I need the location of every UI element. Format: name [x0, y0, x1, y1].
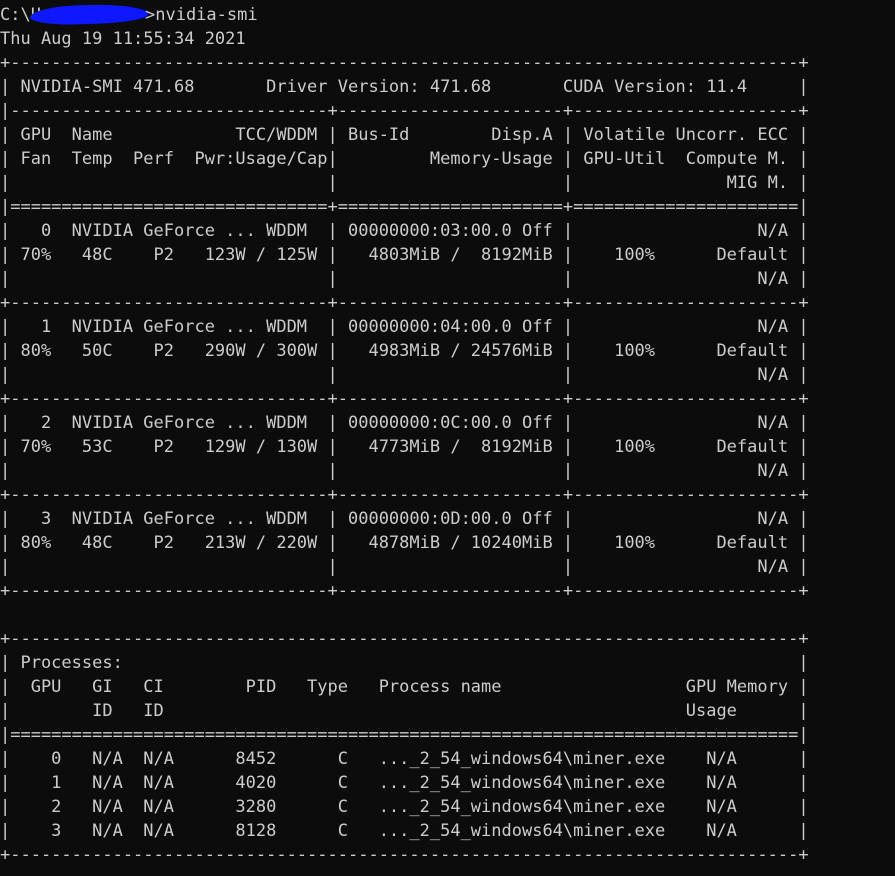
- gpu-row-separator: +-------------------------------+-------…: [0, 389, 809, 409]
- gpu-header-row-3: | | | MIG M. |: [0, 173, 809, 193]
- process-header-separator: |=======================================…: [0, 725, 809, 745]
- gpu-0-row-1: | 0 NVIDIA GeForce ... WDDM | 00000000:0…: [0, 221, 809, 241]
- process-table-border-bottom: +---------------------------------------…: [0, 845, 809, 865]
- gpu-2-row-2: | 70% 53C P2 129W / 130W | 4773MiB / 819…: [0, 437, 809, 457]
- gpu-header-separator: |===============================+=======…: [0, 197, 809, 217]
- gpu-row-separator: +-------------------------------+-------…: [0, 293, 809, 313]
- processes-title: | Processes: |: [0, 653, 809, 673]
- gpu-row-separator: +-------------------------------+-------…: [0, 485, 809, 505]
- gpu-0-row-3: | | | N/A |: [0, 269, 809, 289]
- gpu-2-row-1: | 2 NVIDIA GeForce ... WDDM | 00000000:0…: [0, 413, 809, 433]
- gpu-1-row-3: | | | N/A |: [0, 365, 809, 385]
- gpu-2-row-3: | | | N/A |: [0, 461, 809, 481]
- process-row-2: | 2 N/A N/A 3280 C ..._2_54_windows64\mi…: [0, 797, 809, 817]
- gpu-3-row-2: | 80% 48C P2 213W / 220W | 4878MiB / 102…: [0, 533, 809, 553]
- gpu-1-row-1: | 1 NVIDIA GeForce ... WDDM | 00000000:0…: [0, 317, 809, 337]
- command-prompt-line: C:\Us >nvidia-smi: [0, 3, 895, 27]
- gpu-0-row-2: | 70% 48C P2 123W / 125W | 4803MiB / 819…: [0, 245, 809, 265]
- process-row-3: | 3 N/A N/A 8128 C ..._2_54_windows64\mi…: [0, 821, 809, 841]
- process-row-0: | 0 N/A N/A 8452 C ..._2_54_windows64\mi…: [0, 749, 809, 769]
- process-row-1: | 1 N/A N/A 4020 C ..._2_54_windows64\mi…: [0, 773, 809, 793]
- process-table-border-top: +---------------------------------------…: [0, 629, 809, 649]
- timestamp: Thu Aug 19 11:55:34 2021: [0, 29, 246, 49]
- process-header-row-2: | ID ID Usage |: [0, 701, 809, 721]
- gpu-3-row-3: | | | N/A |: [0, 557, 809, 577]
- gpu-3-row-1: | 3 NVIDIA GeForce ... WDDM | 00000000:0…: [0, 509, 809, 529]
- smi-info-row: | NVIDIA-SMI 471.68 Driver Version: 471.…: [0, 77, 809, 97]
- gpu-1-row-2: | 80% 50C P2 290W / 300W | 4983MiB / 245…: [0, 341, 809, 361]
- gpu-header-row-2: | Fan Temp Perf Pwr:Usage/Cap| Memory-Us…: [0, 149, 809, 169]
- table-border-top: +---------------------------------------…: [0, 53, 809, 73]
- command-text: >nvidia-smi: [145, 5, 258, 25]
- gpu-table-border-bottom: +-------------------------------+-------…: [0, 581, 809, 601]
- terminal-window[interactable]: C:\Us >nvidia-smi Thu Aug 19 11:55:34 202…: [0, 0, 895, 876]
- gpu-header-row-1: | GPU Name TCC/WDDM | Bus-Id Disp.A | Vo…: [0, 125, 809, 145]
- process-header-row-1: | GPU GI CI PID Type Process name GPU Me…: [0, 677, 809, 697]
- table-divider: |-------------------------------+-------…: [0, 101, 809, 121]
